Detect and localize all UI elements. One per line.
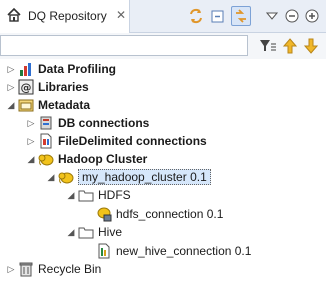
folder-icon — [78, 224, 94, 240]
collapse-arrow-icon[interactable]: ◢ — [66, 223, 76, 241]
tree-item-recycle-bin[interactable]: ▷ Recycle Bin — [6, 260, 101, 278]
folder-icon — [78, 187, 94, 203]
expand-arrow-icon[interactable]: ▷ — [6, 78, 16, 96]
hadoop-elephant-icon — [58, 169, 74, 185]
hdfs-connection-icon — [96, 206, 112, 222]
tree-item-hadoop-cluster[interactable]: ◢ Hadoop Cluster — [26, 150, 148, 168]
tree-item-hdfs[interactable]: ◢ HDFS — [66, 186, 131, 204]
collapse-arrow-icon[interactable]: ◢ — [26, 150, 36, 168]
file-delimited-icon — [38, 133, 54, 149]
close-icon[interactable]: ✕ — [116, 8, 126, 22]
expand-arrow-icon[interactable]: ▷ — [6, 260, 16, 278]
tree-item-filedelimited-connections[interactable]: ▷ FileDelimited connections — [26, 132, 207, 150]
arrow-down-icon[interactable] — [301, 36, 321, 56]
tree-item-my-hadoop-cluster[interactable]: ◢ my_hadoop_cluster 0.1 — [46, 168, 211, 186]
home-icon — [6, 7, 22, 23]
repository-tree: ▷ Data Profiling ▷ @ Libraries ◢ Metadat… — [0, 59, 326, 290]
arrow-up-icon[interactable] — [280, 36, 300, 56]
database-icon — [38, 115, 54, 131]
libraries-icon: @ — [18, 79, 34, 95]
tree-item-new-hive-connection[interactable]: new_hive_connection 0.1 — [94, 242, 251, 260]
tree-item-metadata[interactable]: ◢ Metadata — [6, 96, 90, 114]
collapse-arrow-icon[interactable]: ◢ — [6, 96, 16, 114]
tree-item-data-profiling[interactable]: ▷ Data Profiling — [6, 60, 116, 78]
link-with-editor-icon[interactable] — [231, 6, 251, 26]
tree-item-hdfs-connection[interactable]: hdfs_connection 0.1 — [94, 205, 223, 223]
filter-icon[interactable] — [258, 36, 278, 56]
hadoop-elephant-icon — [38, 151, 54, 167]
recycle-bin-icon — [18, 261, 34, 277]
metadata-icon — [18, 97, 34, 113]
collapse-arrow-icon[interactable]: ◢ — [46, 168, 56, 186]
sync-icon[interactable] — [186, 6, 206, 26]
minimize-icon[interactable] — [282, 6, 302, 26]
tab-dq-repository[interactable]: DQ Repository ✕ — [0, 0, 130, 33]
maximize-icon[interactable] — [302, 6, 322, 26]
view-menu-icon[interactable] — [262, 6, 282, 26]
tree-item-hive[interactable]: ◢ Hive — [66, 223, 122, 241]
expand-arrow-icon[interactable]: ▷ — [26, 114, 36, 132]
expand-arrow-icon[interactable]: ▷ — [6, 60, 16, 78]
hive-connection-icon — [96, 243, 112, 259]
expand-arrow-icon[interactable]: ▷ — [26, 132, 36, 150]
tab-title: DQ Repository — [28, 9, 107, 23]
data-profiling-icon — [18, 61, 34, 77]
tree-item-libraries[interactable]: ▷ @ Libraries — [6, 78, 89, 96]
filter-input[interactable] — [0, 35, 248, 56]
view-tab-bar: DQ Repository ✕ — [0, 0, 326, 33]
selected-item-label: my_hadoop_cluster 0.1 — [78, 169, 211, 185]
svg-text:@: @ — [21, 81, 32, 94]
collapse-arrow-icon[interactable]: ◢ — [66, 186, 76, 204]
filter-bar — [0, 33, 326, 59]
tree-item-db-connections[interactable]: ▷ DB connections — [26, 114, 150, 132]
collapse-all-icon[interactable] — [208, 6, 228, 26]
